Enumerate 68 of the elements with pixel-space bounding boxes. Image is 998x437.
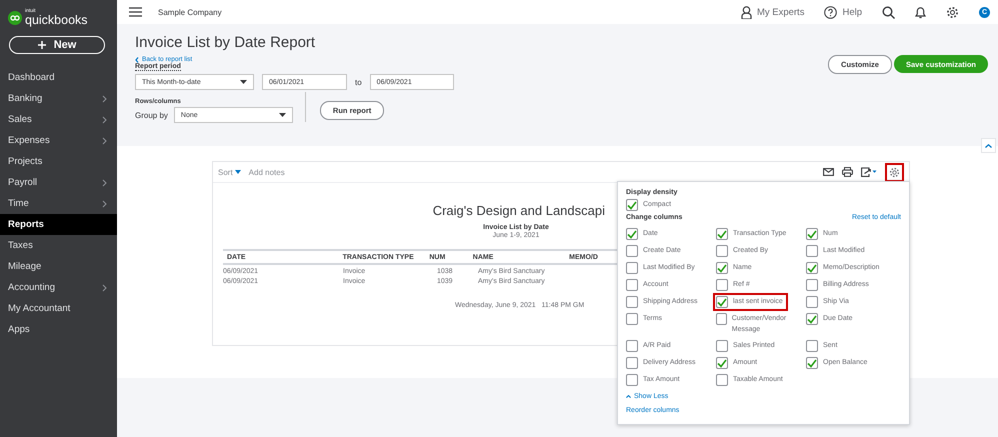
chevron-left-icon	[135, 56, 139, 62]
checkbox[interactable]	[626, 279, 638, 291]
checkbox[interactable]	[806, 279, 818, 291]
to-label: to	[355, 78, 362, 86]
sidebar-item[interactable]: Banking	[0, 88, 117, 109]
new-button[interactable]: New	[9, 36, 105, 54]
checkbox[interactable]	[626, 340, 638, 352]
checkbox[interactable]	[806, 262, 818, 274]
sidebar-item[interactable]: Dashboard	[0, 67, 117, 88]
plus-icon	[38, 41, 46, 49]
sidebar-item[interactable]: My Accountant	[0, 298, 117, 319]
checkbox[interactable]	[716, 245, 728, 257]
checkbox[interactable]	[806, 228, 818, 240]
checkbox[interactable]	[626, 374, 638, 386]
brand-name: quickbooks	[25, 14, 88, 26]
caret-icon	[234, 170, 241, 174]
sidebar-item[interactable]: Time	[0, 193, 117, 214]
checkbox[interactable]	[716, 279, 728, 291]
checkbox[interactable]	[626, 199, 638, 211]
settings-icon	[889, 166, 900, 178]
sidebar-item[interactable]: Payroll	[0, 172, 117, 193]
quickbooks-logo-icon	[8, 10, 22, 24]
sidebar-item[interactable]: Projects	[0, 151, 117, 172]
checkbox[interactable]	[716, 262, 728, 274]
sidebar-item[interactable]: Apps	[0, 319, 117, 340]
checkbox[interactable]	[626, 262, 638, 274]
sidebar-item[interactable]: Accounting	[0, 277, 117, 298]
checkbox[interactable]	[716, 228, 728, 240]
checkbox[interactable]	[716, 296, 728, 308]
sidebar-item[interactable]: Reports	[0, 214, 117, 235]
checkbox[interactable]	[626, 296, 638, 308]
sidebar-item[interactable]: Expenses	[0, 130, 117, 151]
search-icon[interactable]	[882, 6, 895, 18]
checkbox[interactable]	[806, 245, 818, 257]
checkbox[interactable]	[716, 357, 728, 369]
my-experts-link[interactable]: My Experts	[740, 6, 804, 18]
sidebar-item[interactable]: Taxes	[0, 235, 117, 256]
chevron-up-icon	[626, 395, 631, 398]
bell-icon[interactable]	[915, 6, 926, 18]
caret-icon	[278, 113, 286, 117]
help-icon	[824, 6, 838, 18]
checkbox[interactable]	[806, 296, 818, 308]
chevron-up-icon	[985, 144, 992, 148]
checkbox[interactable]	[626, 313, 638, 325]
mail-icon[interactable]	[823, 168, 834, 176]
checkbox[interactable]	[626, 228, 638, 240]
help-link[interactable]: Help	[824, 6, 862, 18]
export-icon[interactable]	[861, 167, 877, 177]
checkbox[interactable]	[806, 313, 818, 325]
checkbox[interactable]	[806, 357, 818, 369]
group-by-label: Group by	[135, 110, 168, 120]
settings-icon[interactable]	[946, 6, 959, 18]
company-title: Craig's Design and Landscapi	[432, 203, 606, 218]
checkbox[interactable]	[626, 357, 638, 369]
checkbox[interactable]	[626, 245, 638, 257]
checkbox[interactable]	[716, 340, 728, 352]
scroll-up-button[interactable]	[981, 138, 996, 153]
sidebar-item[interactable]: Sales	[0, 109, 117, 130]
checkbox[interactable]	[716, 374, 728, 386]
company-name: Sample Company	[158, 8, 223, 16]
caret-icon	[240, 80, 247, 84]
page-title: Invoice List by Date Report	[135, 34, 316, 51]
checkbox[interactable]	[716, 313, 727, 325]
menu-icon[interactable]	[129, 7, 142, 17]
person-icon	[740, 6, 752, 18]
checkbox[interactable]	[806, 340, 818, 352]
sidebar-item[interactable]: Mileage	[0, 256, 117, 277]
print-icon[interactable]	[842, 167, 853, 177]
